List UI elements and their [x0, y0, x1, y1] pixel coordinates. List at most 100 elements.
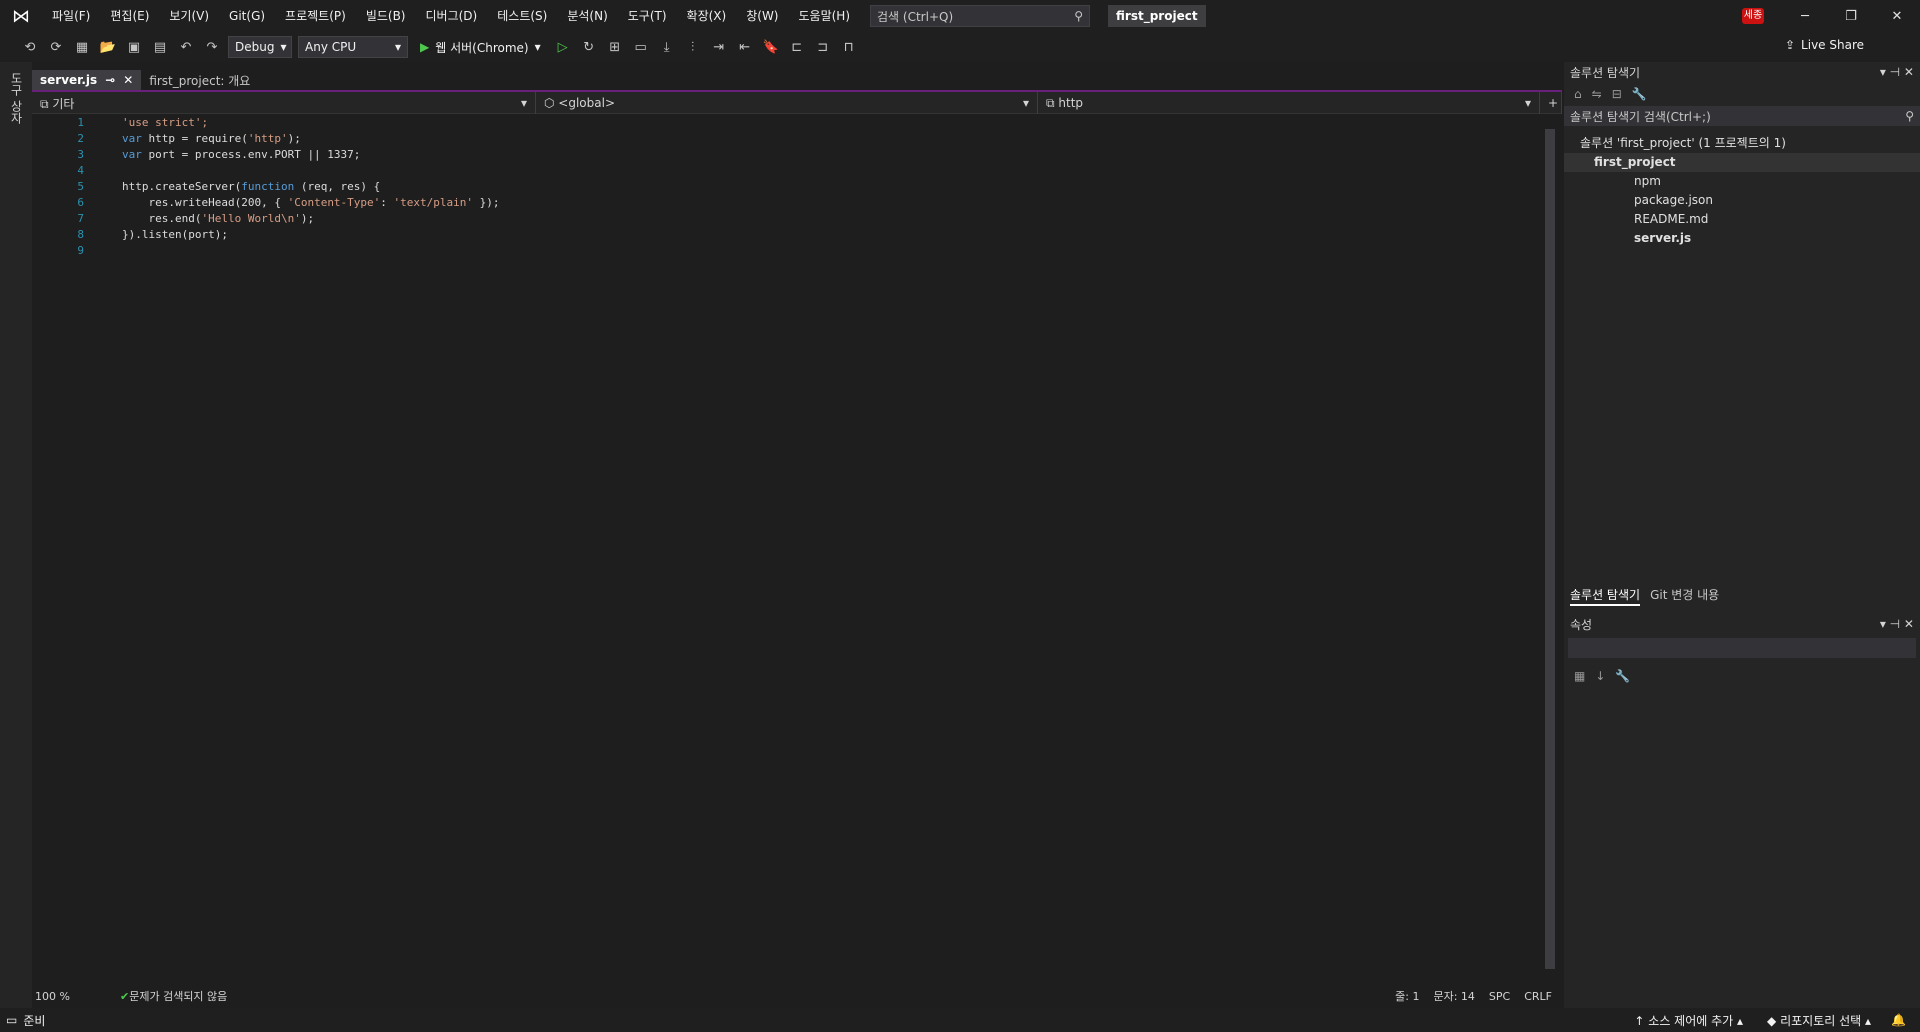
open-folder-icon[interactable]: 📂 — [98, 37, 118, 57]
vertical-scrollbar[interactable] — [1542, 115, 1558, 985]
live-share-button[interactable]: ⇪ Live Share — [1785, 38, 1864, 52]
code-token: ); — [287, 132, 301, 145]
save-icon[interactable]: ▣ — [124, 37, 144, 57]
scope-dropdown[interactable]: ⧉ 기타 ▾ — [32, 92, 536, 114]
indent-icon[interactable]: ⇥ — [709, 37, 729, 57]
panel-controls-icon[interactable]: ▾ ⊣ ✕ — [1880, 617, 1914, 631]
code-token: }).listen(port); — [122, 228, 228, 241]
menu-item-4[interactable]: 프로젝트(P) — [275, 0, 356, 32]
menu-item-11[interactable]: 창(W) — [736, 0, 788, 32]
restore-icon[interactable]: ❐ — [1828, 9, 1874, 24]
menu-item-3[interactable]: Git(G) — [219, 0, 275, 32]
issues-status[interactable]: 문제가 검색되지 않음 — [129, 988, 227, 1004]
pin-icon[interactable]: ⊸ — [105, 73, 115, 87]
source-control-button[interactable]: ↑ 소스 제어에 추가 ▴ — [1634, 1012, 1743, 1029]
readme-node[interactable]: README.md — [1564, 210, 1920, 229]
settings-icon[interactable]: 🔧 — [1632, 87, 1647, 101]
code-line[interactable] — [122, 163, 1422, 179]
format-icon[interactable]: ⫶ — [683, 37, 703, 57]
minimize-icon[interactable]: ─ — [1782, 9, 1828, 24]
prev-bookmark-icon[interactable]: ⊏ — [787, 37, 807, 57]
menu-item-5[interactable]: 빌드(B) — [356, 0, 416, 32]
line-ending-indicator[interactable]: CRLF — [1524, 990, 1552, 1003]
project-node[interactable]: first_project — [1564, 153, 1920, 172]
notification-icon[interactable]: 🔔 — [1891, 1013, 1906, 1027]
platform-select[interactable]: Any CPU ▾ — [298, 36, 408, 58]
properties-toolbar: ▦ ↓ 🔧 — [1564, 664, 1920, 688]
sort-icon[interactable]: ↓ — [1595, 669, 1605, 683]
code-token: ); — [300, 212, 315, 225]
tab-server-js[interactable]: server.js ⊸ ✕ — [32, 70, 142, 90]
properties-object-select[interactable] — [1568, 638, 1916, 658]
split-icon[interactable]: + — [1540, 92, 1562, 114]
start-without-debug-icon[interactable]: ▷ — [553, 37, 573, 57]
context-dropdown[interactable]: ⬡ <global> ▾ — [536, 92, 1038, 114]
bookmark-icon[interactable]: 🔖 — [761, 37, 781, 57]
menu-item-8[interactable]: 분석(N) — [557, 0, 617, 32]
menu-item-0[interactable]: 파일(F) — [42, 0, 100, 32]
code-line[interactable]: var http = require('http'); — [122, 131, 1422, 147]
tab-git-changes[interactable]: Git 변경 내용 — [1650, 586, 1719, 606]
code-line[interactable]: res.writeHead(200, { 'Content-Type': 'te… — [122, 195, 1422, 211]
layout-icon[interactable]: ▭ — [631, 37, 651, 57]
menu-item-10[interactable]: 확장(X) — [677, 0, 737, 32]
zoom-select[interactable]: 100 % — [32, 990, 92, 1003]
code-editor[interactable]: 'use strict'; var http = require('http');… — [122, 115, 1422, 985]
code-line[interactable]: res.end('Hello World\n'); — [122, 211, 1422, 227]
line-number: 4 — [77, 164, 84, 177]
home-icon[interactable]: ⌂ — [1574, 87, 1582, 101]
undo-icon[interactable]: ↶ — [176, 37, 196, 57]
forward-icon[interactable]: ⟳ — [46, 37, 66, 57]
package-json-node[interactable]: package.json — [1564, 191, 1920, 210]
step-icon[interactable]: ⤓ — [657, 37, 677, 57]
member-dropdown[interactable]: ⧉ http ▾ — [1038, 92, 1540, 114]
menu-bar: 파일(F) 편집(E) 보기(V) Git(G) 프로젝트(P) 빌드(B) 디버그(D) 테… — [42, 0, 860, 32]
code-line[interactable]: http.createServer(function (req, res) { — [122, 179, 1422, 195]
clear-bookmark-icon[interactable]: ⊓ — [839, 37, 859, 57]
code-line[interactable] — [122, 243, 1422, 259]
server-js-node[interactable]: server.js — [1564, 229, 1920, 248]
code-token: function — [241, 180, 295, 193]
new-project-icon[interactable]: ▦ — [72, 37, 92, 57]
navigation-bar: ⧉ 기타 ▾ ⬡ <global> ▾ ⧉ http ▾ + — [32, 92, 1562, 114]
property-pages-icon[interactable]: 🔧 — [1615, 669, 1630, 683]
collapse-icon[interactable]: ⊟ — [1612, 87, 1622, 101]
code-line[interactable]: }).listen(port); — [122, 227, 1422, 243]
solution-toolbar: ⌂ ⇋ ⊟ 🔧 — [1564, 82, 1920, 106]
redo-icon[interactable]: ↷ — [202, 37, 222, 57]
menu-item-12[interactable]: 도움말(H) — [789, 0, 861, 32]
solution-node[interactable]: 솔루션 'first_project' (1 프로젝트의 1) — [1564, 134, 1920, 153]
menu-item-7[interactable]: 테스트(S) — [487, 0, 557, 32]
user-avatar[interactable]: 세종 — [1742, 8, 1764, 24]
npm-node[interactable]: npm — [1564, 172, 1920, 191]
run-button[interactable]: ▶ 웹 서버(Chrome) ▾ — [414, 36, 547, 58]
search-box[interactable]: 검색 (Ctrl+Q) ⚲ — [870, 5, 1091, 27]
menu-item-2[interactable]: 보기(V) — [159, 0, 219, 32]
tab-solution-explorer[interactable]: 솔루션 탐색기 — [1570, 586, 1641, 606]
menu-item-9[interactable]: 도구(T) — [618, 0, 677, 32]
save-all-icon[interactable]: ▤ — [150, 37, 170, 57]
tab-project-overview[interactable]: first_project: 개요 — [141, 70, 258, 90]
git-icon: ◆ — [1767, 1013, 1781, 1028]
browser-link-icon[interactable]: ⊞ — [605, 37, 625, 57]
repo-select-button[interactable]: ◆ 리포지토리 선택 ▴ — [1767, 1012, 1871, 1029]
categorized-icon[interactable]: ▦ — [1574, 669, 1585, 683]
sync-icon[interactable]: ⇋ — [1592, 87, 1602, 101]
toolbox-side-tab[interactable]: 도구 상자 — [0, 62, 32, 1008]
back-icon[interactable]: ⟲ — [20, 37, 40, 57]
spacing-indicator[interactable]: SPC — [1489, 990, 1510, 1003]
solution-search-input[interactable]: 솔루션 탐색기 검색(Ctrl+;) ⚲ — [1564, 106, 1920, 126]
code-line[interactable]: var port = process.env.PORT || 1337; — [122, 147, 1422, 163]
outdent-icon[interactable]: ⇤ — [735, 37, 755, 57]
panel-controls-icon[interactable]: ▾ ⊣ ✕ — [1880, 65, 1914, 79]
code-line[interactable]: 'use strict'; — [122, 115, 1422, 131]
menu-item-6[interactable]: 디버그(D) — [416, 0, 488, 32]
refresh-icon[interactable]: ↻ — [579, 37, 599, 57]
file-icon: ⧉ — [40, 96, 53, 111]
search-icon: ⚲ — [1074, 9, 1084, 23]
next-bookmark-icon[interactable]: ⊐ — [813, 37, 833, 57]
config-select[interactable]: Debug ▾ — [228, 36, 292, 58]
close-tab-icon[interactable]: ✕ — [123, 73, 133, 87]
menu-item-1[interactable]: 편집(E) — [100, 0, 159, 32]
close-window-icon[interactable]: ✕ — [1874, 9, 1920, 24]
